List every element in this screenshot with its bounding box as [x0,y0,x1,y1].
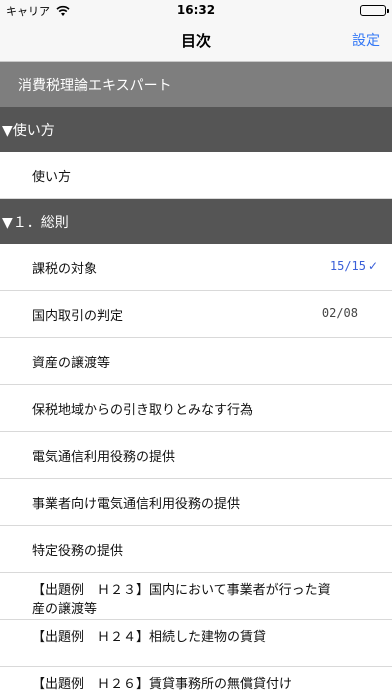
list-item[interactable]: 課税の対象 15/15 ✓ [0,244,392,291]
list-item-label: 保税地域からの引き取りとみなす行為 [32,403,254,418]
list-item[interactable]: 【出題例 Ｈ２６】賃貸事務所の無償貸付け [0,667,392,696]
list-item[interactable]: 使い方 [0,152,392,199]
progress-count: 15/15 [329,259,366,273]
nav-bar: 目次 設定 [0,20,392,62]
list-item-label: 電気通信利用役務の提供 [32,450,176,465]
clock: 16:32 [176,3,216,17]
list-item[interactable]: 電気通信利用役務の提供 [0,432,392,479]
page-title: 目次 [180,32,211,50]
list-item-label: 国内取引の判定 [32,309,124,324]
list-item[interactable]: 事業者向け電気通信利用役務の提供 [0,479,392,526]
list-item-label: 特定役務の提供 [32,544,124,559]
section-header-usage[interactable]: ▼使い方 [0,107,392,152]
list-item-label: 使い方 [32,170,72,185]
status-bar: キャリア 16:32 [0,0,392,20]
section-header-label: ▼１．総則 [2,215,69,231]
book-title: 消費税理論エキスパート [18,78,172,94]
list-item[interactable]: 【出題例 Ｈ２３】国内において事業者が行った資産の譲渡等 [0,573,392,620]
battery-icon [360,5,389,16]
list-item[interactable]: 【出題例 Ｈ２４】相続した建物の賃貸 [0,620,392,667]
list-item-label: 資産の譲渡等 [32,356,111,371]
book-title-bar: 消費税理論エキスパート [0,62,392,107]
list-item[interactable]: 保税地域からの引き取りとみなす行為 [0,385,392,432]
list-item[interactable]: 国内取引の判定 02/08 [0,291,392,338]
checkmark-icon: ✓ [367,259,378,273]
list-item-label: 【出題例 Ｈ２４】相続した建物の賃貸 [32,630,267,645]
progress-count: 02/08 [321,306,358,320]
list-item[interactable]: 特定役務の提供 [0,526,392,573]
section-header-label: ▼使い方 [2,123,55,139]
list-item-label: 事業者向け電気通信利用役務の提供 [32,497,241,512]
settings-button[interactable]: 設定 [352,30,380,50]
section-header-general[interactable]: ▼１．総則 [0,199,392,244]
list-item[interactable]: 資産の譲渡等 [0,338,392,385]
list-item-label: 【出題例 Ｈ２６】賃貸事務所の無償貸付け [32,677,293,692]
list-item-label: 課税の対象 [32,262,98,277]
list-item-label: 【出題例 Ｈ２３】国内において事業者が行った資産の譲渡等 [32,583,331,617]
